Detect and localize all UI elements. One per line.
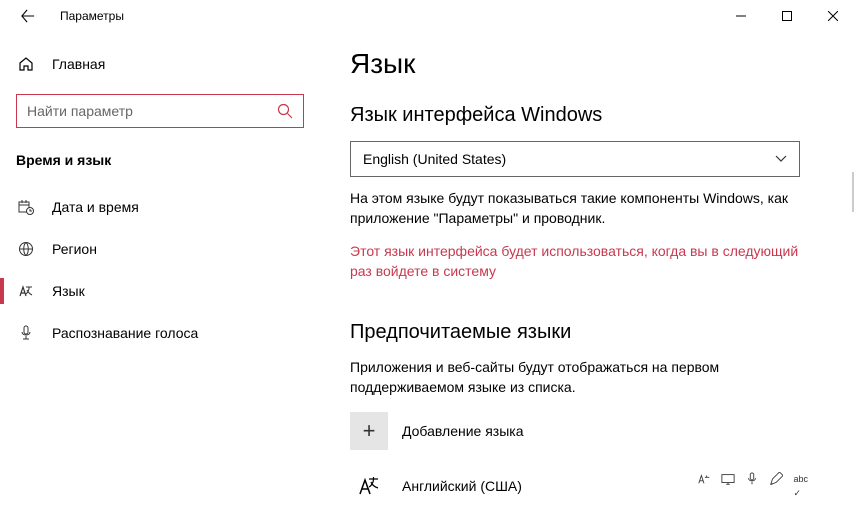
window-controls: [718, 0, 856, 32]
search-input[interactable]: [27, 103, 267, 119]
minimize-icon: [736, 11, 746, 21]
nav-item-language[interactable]: Язык: [0, 270, 304, 312]
sidebar: Главная Время и язык Дата и время Регион: [0, 32, 320, 514]
chevron-down-icon: [775, 155, 787, 163]
language-icon: [16, 283, 36, 299]
back-button[interactable]: [12, 0, 44, 32]
speech-icon: [745, 472, 759, 500]
maximize-button[interactable]: [764, 0, 810, 32]
preferred-languages-desc: Приложения и веб-сайты будут отображатьс…: [350, 358, 800, 397]
titlebar: Параметры: [0, 0, 856, 32]
display-language-desc: На этом языке будут показываться такие к…: [350, 189, 800, 228]
nav-item-label: Регион: [52, 241, 97, 257]
handwriting-icon: [769, 472, 783, 500]
display-language-heading: Язык интерфейса Windows: [350, 104, 816, 127]
language-glyph-icon: [350, 474, 388, 498]
display-language-dropdown[interactable]: English (United States): [350, 141, 800, 177]
home-label: Главная: [52, 56, 105, 72]
globe-icon: [16, 241, 36, 257]
language-feature-icons: abc✓: [697, 472, 808, 500]
nav-item-label: Язык: [52, 283, 85, 299]
language-item-name: Английский (США): [402, 478, 697, 494]
page-title: Язык: [350, 48, 816, 80]
category-header: Время и язык: [16, 152, 304, 168]
nav-item-label: Распознавание голоса: [52, 325, 198, 341]
scrollbar[interactable]: [852, 172, 854, 212]
maximize-icon: [782, 11, 792, 21]
nav-item-region[interactable]: Регион: [0, 228, 304, 270]
nav-item-label: Дата и время: [52, 199, 139, 215]
arrow-left-icon: [21, 9, 35, 23]
nav-item-date-time[interactable]: Дата и время: [0, 186, 304, 228]
display-language-warning: Этот язык интерфейса будет использоватьс…: [350, 242, 800, 281]
dropdown-value: English (United States): [363, 151, 506, 167]
abc-icon: abc✓: [793, 472, 808, 500]
minimize-button[interactable]: [718, 0, 764, 32]
display-icon: [721, 472, 735, 500]
search-icon: [277, 103, 293, 119]
microphone-icon: [16, 325, 36, 341]
add-language-label: Добавление языка: [402, 423, 524, 439]
plus-icon: +: [350, 412, 388, 450]
window-title: Параметры: [60, 9, 124, 23]
close-icon: [828, 11, 838, 21]
calendar-clock-icon: [16, 199, 36, 215]
home-icon: [16, 56, 36, 72]
search-box[interactable]: [16, 94, 304, 128]
close-button[interactable]: [810, 0, 856, 32]
main-content: Язык Язык интерфейса Windows English (Un…: [320, 32, 856, 514]
language-item[interactable]: Английский (США) abc✓: [350, 468, 816, 504]
home-button[interactable]: Главная: [16, 48, 304, 80]
add-language-button[interactable]: + Добавление языка: [350, 412, 816, 450]
nav-item-speech[interactable]: Распознавание голоса: [0, 312, 304, 354]
tts-icon: [697, 472, 711, 500]
preferred-languages-heading: Предпочитаемые языки: [350, 321, 816, 344]
